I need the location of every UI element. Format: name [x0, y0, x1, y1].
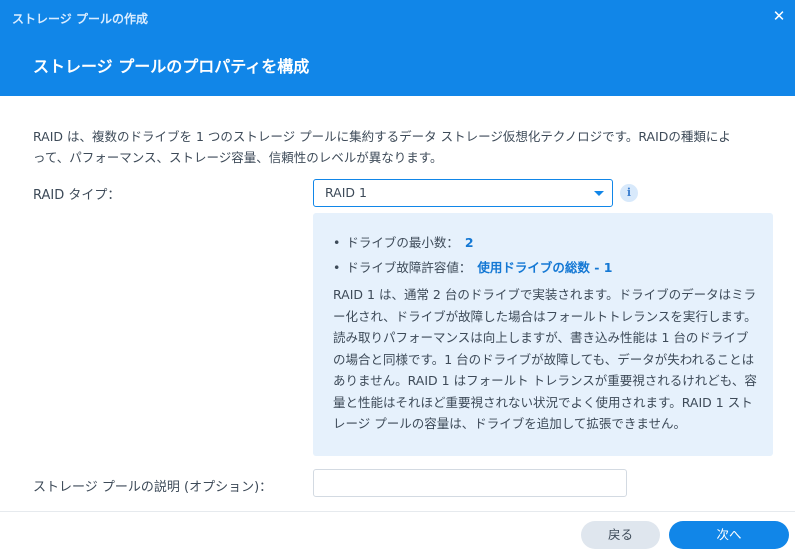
raid-description: RAID は、複数のドライブを 1 つのストレージ プールに集約するデータ スト…	[33, 126, 773, 168]
min-drives-label: ドライブの最小数：	[346, 235, 459, 250]
raid-description-line2: って、パフォーマンス、ストレージ容量、信頼性のレベルが異なります。	[33, 150, 443, 165]
dialog-header: ストレージ プールの作成 ✕ ストレージ プールのプロパティを構成	[0, 0, 795, 96]
bullet-icon: •	[333, 235, 341, 250]
info-icon[interactable]: i	[620, 184, 638, 202]
next-button[interactable]: 次へ	[669, 521, 789, 549]
window-title: ストレージ プールの作成	[12, 12, 148, 26]
raid-type-label: RAID タイプ：	[33, 188, 121, 203]
fault-tolerance-item: • ドライブ故障許容値： 使用ドライブの総数 - 1	[333, 257, 612, 276]
min-drives-item: • ドライブの最小数： 2	[333, 232, 474, 251]
pool-description-input[interactable]	[313, 469, 627, 497]
raid-description-line1: RAID は、複数のドライブを 1 つのストレージ プールに集約するデータ スト…	[33, 129, 731, 144]
pool-description-label: ストレージ プールの説明 (オプション)：	[33, 480, 273, 495]
raid-type-select[interactable]: RAID 1	[313, 179, 613, 207]
fault-tolerance-label: ドライブ故障許容値：	[346, 260, 472, 275]
bullet-icon: •	[333, 260, 341, 275]
raid-info-text: RAID 1 は、通常 2 台のドライブで実装されます。ドライブのデータはミラー…	[333, 287, 757, 431]
fault-tolerance-value: 使用ドライブの総数 - 1	[477, 260, 613, 275]
min-drives-value: 2	[464, 235, 474, 250]
dialog-heading: ストレージ プールのプロパティを構成	[33, 57, 310, 76]
close-icon[interactable]: ✕	[769, 6, 789, 26]
raid-type-value: RAID 1	[325, 185, 367, 200]
chevron-down-icon	[594, 191, 604, 196]
back-button[interactable]: 戻る	[581, 521, 660, 549]
raid-info-panel: • ドライブの最小数： 2 • ドライブ故障許容値： 使用ドライブの総数 - 1 RAI…	[313, 213, 773, 456]
